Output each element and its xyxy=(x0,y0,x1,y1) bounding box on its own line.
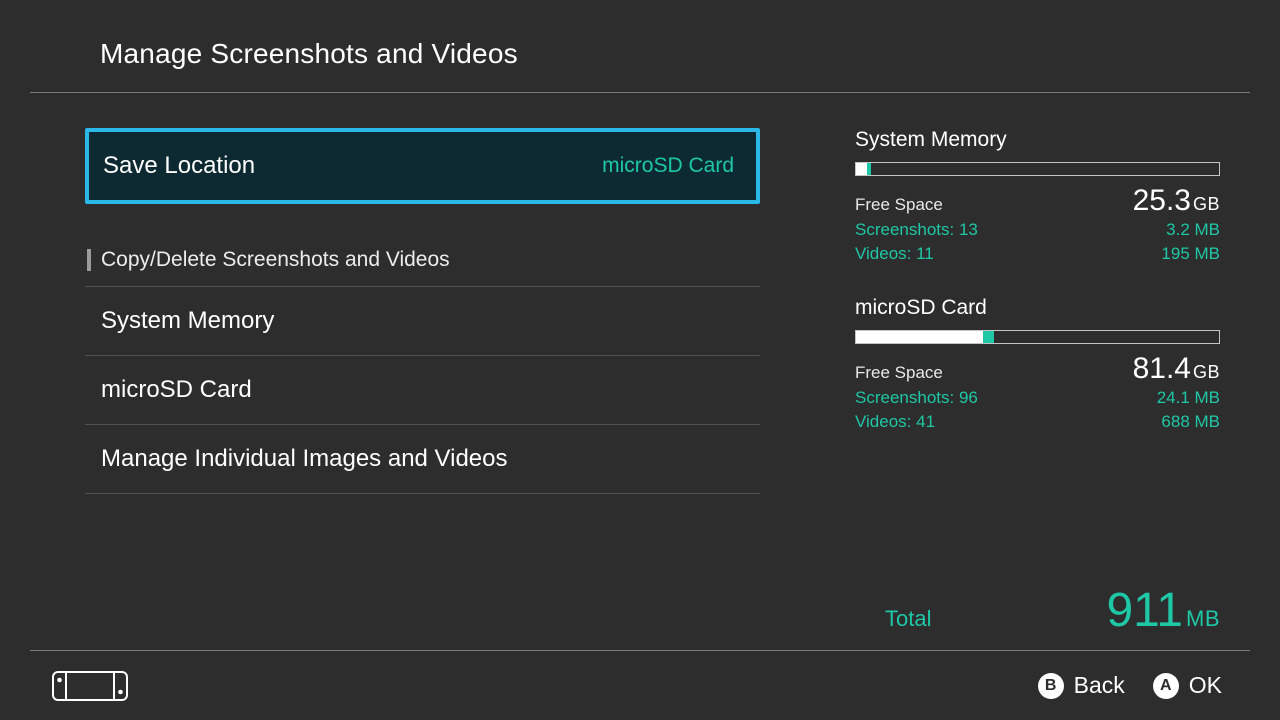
right-column: System Memory Free Space 25.3GB Screensh… xyxy=(800,128,1250,650)
section-marker-icon xyxy=(87,249,91,271)
storage-sd-videos-label: Videos: 41 xyxy=(855,412,935,432)
storage-sd-bar xyxy=(855,330,1220,344)
hint-back-label: Back xyxy=(1074,672,1125,699)
hint-back[interactable]: B Back xyxy=(1038,672,1125,699)
left-column: Save Location microSD Card Copy/Delete S… xyxy=(30,128,800,650)
storage-sd-free-value: 81.4GB xyxy=(1133,354,1220,384)
content: Save Location microSD Card Copy/Delete S… xyxy=(0,93,1280,650)
storage-sd-screenshots-value: 24.1 MB xyxy=(1157,388,1220,408)
storage-sd-videos-value: 688 MB xyxy=(1161,412,1220,432)
section-title: Copy/Delete Screenshots and Videos xyxy=(101,248,450,272)
hint-ok-label: OK xyxy=(1189,672,1222,699)
storage-system-memory: System Memory Free Space 25.3GB Screensh… xyxy=(855,128,1220,268)
controller-icon xyxy=(52,671,128,701)
total-row: Total 911MB xyxy=(855,587,1220,650)
save-location-row[interactable]: Save Location microSD Card xyxy=(85,128,760,204)
storage-sm-videos-value: 195 MB xyxy=(1161,244,1220,264)
hint-ok[interactable]: A OK xyxy=(1153,672,1222,699)
b-button-icon: B xyxy=(1038,673,1064,699)
footer: B Back A OK xyxy=(30,650,1250,720)
storage-sm-videos-line: Videos: 11 195 MB xyxy=(855,244,1220,264)
storage-sm-title: System Memory xyxy=(855,128,1220,152)
total-label: Total xyxy=(855,606,931,632)
storage-sd-videos-line: Videos: 41 688 MB xyxy=(855,412,1220,432)
storage-sm-free-label: Free Space xyxy=(855,195,943,215)
storage-sm-videos-label: Videos: 11 xyxy=(855,244,934,264)
storage-sm-free-value: 25.3GB xyxy=(1133,186,1220,216)
a-button-icon: A xyxy=(1153,673,1179,699)
footer-hints: B Back A OK xyxy=(1038,672,1222,699)
header: Manage Screenshots and Videos xyxy=(30,0,1250,93)
storage-sm-bar-accent xyxy=(867,163,871,175)
storage-sd-screenshots-label: Screenshots: 96 xyxy=(855,388,978,408)
storage-sm-bar-fill xyxy=(856,163,867,175)
section-header: Copy/Delete Screenshots and Videos xyxy=(85,234,760,287)
total-value: 911MB xyxy=(1106,587,1220,635)
storage-sd-title: microSD Card xyxy=(855,296,1220,320)
page-title: Manage Screenshots and Videos xyxy=(100,38,1250,70)
list-item-manage-individual[interactable]: Manage Individual Images and Videos xyxy=(85,425,760,494)
storage-sm-bar xyxy=(855,162,1220,176)
screen: Manage Screenshots and Videos Save Locat… xyxy=(0,0,1280,720)
storage-sm-free-line: Free Space 25.3GB xyxy=(855,186,1220,216)
storage-sm-screenshots-line: Screenshots: 13 3.2 MB xyxy=(855,220,1220,240)
storage-sd-bar-accent xyxy=(983,331,994,343)
save-location-value: microSD Card xyxy=(602,154,734,178)
storage-sd-bar-fill xyxy=(856,331,983,343)
storage-microsd: microSD Card Free Space 81.4GB Screensho… xyxy=(855,296,1220,436)
list-item-system-memory[interactable]: System Memory xyxy=(85,287,760,356)
storage-sd-free-line: Free Space 81.4GB xyxy=(855,354,1220,384)
list-item-microsd[interactable]: microSD Card xyxy=(85,356,760,425)
storage-sm-screenshots-label: Screenshots: 13 xyxy=(855,220,978,240)
storage-sd-free-label: Free Space xyxy=(855,363,943,383)
storage-sd-screenshots-line: Screenshots: 96 24.1 MB xyxy=(855,388,1220,408)
storage-sm-screenshots-value: 3.2 MB xyxy=(1166,220,1220,240)
save-location-label: Save Location xyxy=(103,152,255,180)
